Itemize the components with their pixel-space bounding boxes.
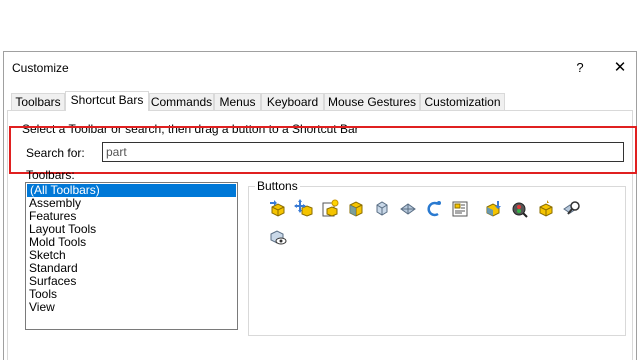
mirror-part-icon[interactable] bbox=[398, 199, 418, 219]
tab-commands[interactable]: Commands bbox=[149, 93, 214, 110]
list-item-surfaces[interactable]: Surfaces bbox=[26, 275, 237, 288]
move-part-icon[interactable] bbox=[294, 199, 314, 219]
title-bar: Customize ? ✕ bbox=[4, 52, 636, 84]
part-properties-icon[interactable] bbox=[450, 199, 470, 219]
tab-mouse-gestures[interactable]: Mouse Gestures bbox=[324, 93, 420, 110]
insert-part-icon[interactable] bbox=[268, 199, 288, 219]
toolbars-label: Toolbars: bbox=[26, 168, 75, 182]
derived-part-icon[interactable] bbox=[424, 199, 444, 219]
tab-toolbars[interactable]: Toolbars bbox=[11, 93, 65, 110]
tab-shortcut-bars[interactable]: Shortcut Bars bbox=[65, 91, 149, 111]
view-part-icon[interactable] bbox=[268, 227, 288, 247]
list-item-view[interactable]: View bbox=[26, 301, 237, 314]
close-button[interactable]: ✕ bbox=[608, 58, 632, 78]
list-item-tools[interactable]: Tools bbox=[26, 288, 237, 301]
instruction-text: Select a Toolbar or search, then drag a … bbox=[22, 122, 359, 136]
new-part-icon[interactable] bbox=[320, 199, 340, 219]
insert-part-into-assembly-icon[interactable] bbox=[484, 199, 504, 219]
search-label: Search for: bbox=[26, 146, 85, 160]
split-part-icon[interactable] bbox=[372, 199, 392, 219]
find-part-icon[interactable] bbox=[562, 199, 582, 219]
part-cube-icon[interactable] bbox=[346, 199, 366, 219]
part-reviewer-icon[interactable] bbox=[510, 199, 530, 219]
search-input[interactable] bbox=[102, 142, 624, 162]
help-button[interactable]: ? bbox=[568, 58, 592, 78]
buttons-group-title: Buttons bbox=[255, 179, 300, 193]
tab-keyboard[interactable]: Keyboard bbox=[261, 93, 324, 110]
tab-menus[interactable]: Menus bbox=[214, 93, 261, 110]
tab-customization[interactable]: Customization bbox=[420, 93, 505, 110]
toolbars-listbox[interactable]: (All Toolbars) Assembly Features Layout … bbox=[25, 182, 238, 330]
dialog-title: Customize bbox=[12, 61, 69, 75]
open-part-icon[interactable] bbox=[536, 199, 556, 219]
